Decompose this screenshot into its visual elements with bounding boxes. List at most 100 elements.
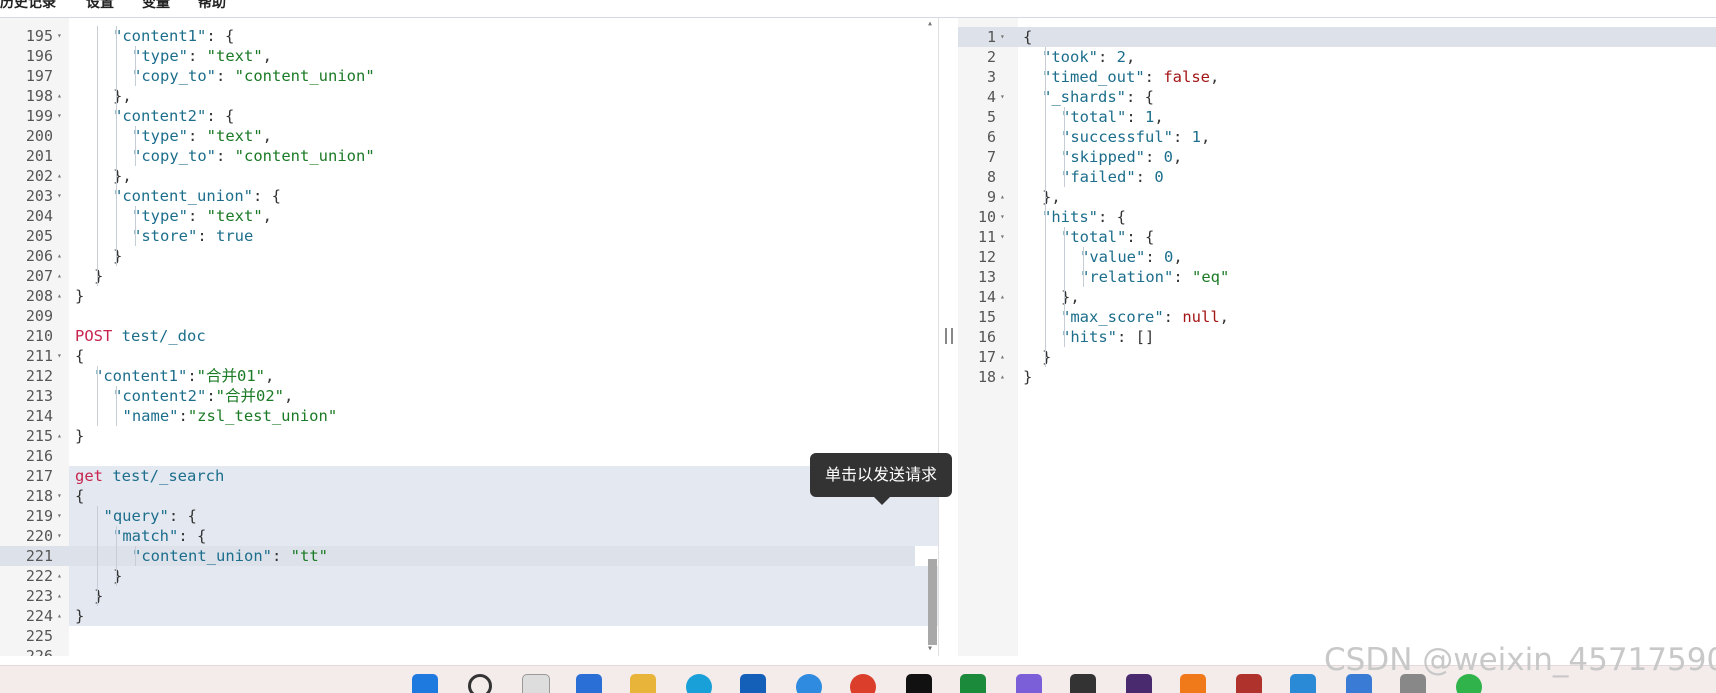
request-code-line[interactable]: 204 "type": "text", xyxy=(26,206,938,226)
fold-arrow-down-icon[interactable]: ▾ xyxy=(57,346,62,366)
fold-arrow-up-icon[interactable]: ▴ xyxy=(57,606,62,626)
response-code-line[interactable]: 9 ▴}, xyxy=(958,187,1716,207)
request-code-line[interactable]: 221 "content_union": "tt" xyxy=(0,546,915,566)
sheet-app-icon[interactable] xyxy=(960,674,986,693)
fold-arrow-up-icon[interactable]: ▴ xyxy=(57,586,62,606)
response-code-line[interactable]: 14 ▴}, xyxy=(958,287,1716,307)
response-code-line[interactable]: 8 "failed": 0 xyxy=(958,167,1716,187)
response-code-line[interactable]: 5 "total": 1, xyxy=(958,107,1716,127)
fold-arrow-up-icon[interactable]: ▴ xyxy=(1000,287,1005,307)
fold-arrow-down-icon[interactable]: ▾ xyxy=(57,26,62,46)
response-code-line[interactable]: 7 "skipped": 0, xyxy=(958,147,1716,167)
fold-arrow-up-icon[interactable]: ▴ xyxy=(1000,187,1005,207)
request-code-line[interactable]: 200 "type": "text", xyxy=(26,126,938,146)
request-code-line[interactable]: 208 ▴} xyxy=(26,286,938,306)
response-code-line[interactable]: 16 "hits": [] xyxy=(958,327,1716,347)
request-code-line[interactable]: 223 ▴} xyxy=(26,586,938,606)
request-code-line[interactable]: 196 "type": "text", xyxy=(26,46,938,66)
response-code-line[interactable]: 13 "relation": "eq" xyxy=(958,267,1716,287)
pane-resizer[interactable] xyxy=(938,18,960,656)
fold-arrow-down-icon[interactable]: ▾ xyxy=(1000,27,1005,47)
request-code-line[interactable]: 197 "copy_to": "content_union" xyxy=(26,66,938,86)
menu-settings[interactable]: 设置 xyxy=(86,0,114,12)
response-code-line[interactable]: 6 "successful": 1, xyxy=(958,127,1716,147)
response-viewer[interactable]: 1 ▾{2 "took": 2, 3 "timed_out": false, 4 ▾ "_sh… xyxy=(958,18,1716,656)
fold-arrow-up-icon[interactable]: ▴ xyxy=(1000,347,1005,367)
resize-handle-icon[interactable] xyxy=(945,328,953,344)
editor-scrollbar[interactable]: ▴ ▾ xyxy=(926,18,938,656)
scroll-up-icon[interactable]: ▴ xyxy=(927,18,933,29)
request-code-line[interactable]: 195 ▾ "content1": { xyxy=(26,26,938,46)
fold-arrow-down-icon[interactable]: ▾ xyxy=(57,106,62,126)
fold-arrow-down-icon[interactable]: ▾ xyxy=(1000,207,1005,227)
response-code-line[interactable]: 18 ▴} xyxy=(958,367,1716,387)
request-code-line[interactable]: 199 ▾ "content2": { xyxy=(26,106,938,126)
request-code-line[interactable]: 209 xyxy=(26,306,938,326)
response-code-line[interactable]: 3 "timed_out": false, xyxy=(958,67,1716,87)
response-code-line[interactable]: 12 "value": 0, xyxy=(958,247,1716,267)
request-code-line[interactable]: 202 ▴}, xyxy=(26,166,938,186)
fold-arrow-up-icon[interactable]: ▴ xyxy=(57,426,62,446)
scroll-down-icon[interactable]: ▾ xyxy=(927,643,933,654)
drawing-app-icon[interactable] xyxy=(1016,674,1042,693)
fold-arrow-up-icon[interactable]: ▴ xyxy=(57,86,62,106)
request-code-line[interactable]: 201 "copy_to": "content_union" xyxy=(26,146,938,166)
request-code-line[interactable]: 206 ▴} xyxy=(26,246,938,266)
request-code-line[interactable]: 215 ▴} xyxy=(26,426,938,446)
fold-arrow-down-icon[interactable]: ▾ xyxy=(1000,227,1005,247)
request-code-line[interactable]: 214 "name":"zsl_test_union" xyxy=(26,406,938,426)
request-code-line[interactable]: 210 POST test/_doc xyxy=(26,326,938,346)
chrome-icon[interactable] xyxy=(850,674,876,693)
request-code-line[interactable]: 207 ▴} xyxy=(26,266,938,286)
request-code-line[interactable]: 225 xyxy=(26,626,938,646)
request-code-line[interactable]: 198 ▴}, xyxy=(26,86,938,106)
fold-arrow-down-icon[interactable]: ▾ xyxy=(1000,87,1005,107)
ide-icon[interactable] xyxy=(1126,674,1152,693)
response-code-line[interactable]: 1 ▾ { xyxy=(958,27,1716,47)
response-code-line[interactable]: 11 ▾ "total": { xyxy=(958,227,1716,247)
edge-browser-icon[interactable] xyxy=(686,674,712,693)
store-icon[interactable] xyxy=(740,674,766,693)
fold-arrow-down-icon[interactable]: ▾ xyxy=(57,486,62,506)
request-editor[interactable]: 195 ▾ "content1": {196 "type": "text", 197 "c… xyxy=(0,18,938,656)
app-blue-icon[interactable] xyxy=(1290,674,1316,693)
response-code-line[interactable]: 15 "max_score": null, xyxy=(958,307,1716,327)
request-code-line[interactable]: 224 ▴} xyxy=(26,606,938,626)
ie-icon[interactable] xyxy=(796,674,822,693)
fold-arrow-up-icon[interactable]: ▴ xyxy=(57,246,62,266)
response-code-line[interactable]: 2 "took": 2, xyxy=(958,47,1716,67)
response-code-line[interactable]: 4 ▾ "_shards": { xyxy=(958,87,1716,107)
request-code-line[interactable]: 219 ▾ "query": { xyxy=(26,506,938,526)
menu-history[interactable]: 历史记录 xyxy=(0,0,56,12)
scrollbar-thumb[interactable] xyxy=(928,559,937,645)
fold-arrow-down-icon[interactable]: ▾ xyxy=(57,526,62,546)
fold-arrow-down-icon[interactable]: ▾ xyxy=(57,186,62,206)
task-view-icon[interactable] xyxy=(522,674,550,693)
request-code-line[interactable]: 212 "content1":"合并01", xyxy=(26,366,938,386)
fold-arrow-up-icon[interactable]: ▴ xyxy=(57,566,62,586)
request-code-line[interactable]: 218 ▾ { xyxy=(26,486,938,506)
request-code-line[interactable]: 217 get test/_search xyxy=(26,466,938,486)
response-code-line[interactable]: 10 ▾ "hits": { xyxy=(958,207,1716,227)
request-code-line[interactable]: 222 ▴} xyxy=(26,566,938,586)
fold-arrow-up-icon[interactable]: ▴ xyxy=(57,266,62,286)
windows-start-icon[interactable] xyxy=(412,674,438,693)
request-code-line[interactable]: 211 ▾ { xyxy=(26,346,938,366)
menu-help[interactable]: 帮助 xyxy=(198,0,226,12)
request-code-line[interactable]: 213 "content2":"合并02", xyxy=(26,386,938,406)
postman-icon[interactable] xyxy=(1180,674,1206,693)
fold-arrow-down-icon[interactable]: ▾ xyxy=(57,506,62,526)
request-code-line[interactable]: 226 xyxy=(26,646,938,656)
menu-variables[interactable]: 变量 xyxy=(142,0,170,12)
fold-arrow-up-icon[interactable]: ▴ xyxy=(1000,367,1005,387)
search-icon[interactable] xyxy=(468,674,492,693)
fold-arrow-up-icon[interactable]: ▴ xyxy=(57,286,62,306)
file-explorer-icon[interactable] xyxy=(630,674,656,693)
widgets-icon[interactable] xyxy=(576,674,602,693)
terminal-icon[interactable] xyxy=(1070,674,1096,693)
tiktok-icon[interactable] xyxy=(906,674,932,693)
response-code-line[interactable]: 17 ▴} xyxy=(958,347,1716,367)
redis-icon[interactable] xyxy=(1236,674,1262,693)
fold-arrow-up-icon[interactable]: ▴ xyxy=(57,166,62,186)
request-code-line[interactable]: 220 ▾ "match": { xyxy=(26,526,938,546)
